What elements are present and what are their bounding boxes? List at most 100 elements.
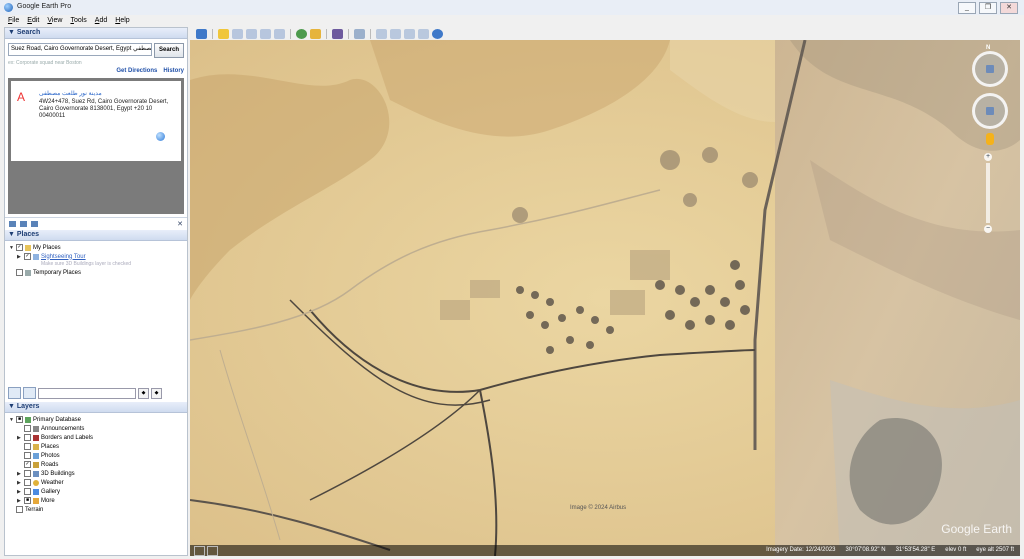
tour-guide-icon[interactable] bbox=[207, 546, 218, 556]
search-section-header[interactable]: ▼ Search bbox=[5, 28, 187, 39]
places-item-temporary-places[interactable]: Temporary Places bbox=[9, 268, 183, 277]
sidebar: ▼ Search Suez Road, Cairo Governorate De… bbox=[4, 27, 188, 556]
photos-icon bbox=[33, 452, 39, 459]
layer-3d-buildings[interactable]: ▶ 3D Buildings bbox=[9, 469, 183, 478]
database-icon bbox=[25, 416, 31, 423]
satellite-imagery[interactable] bbox=[190, 40, 1020, 556]
result-marker-a: A bbox=[17, 90, 26, 104]
search-input[interactable]: Suez Road, Cairo Governorate Desert, Egy… bbox=[8, 43, 152, 56]
layers-tree: ▼ ■ Primary Database Announcements ▶ Border… bbox=[5, 413, 187, 516]
restore-button[interactable]: ❐ bbox=[979, 2, 997, 14]
latitude: 30°07'08.92" N bbox=[845, 547, 886, 553]
tour-record-icon[interactable] bbox=[274, 28, 285, 39]
minimize-button[interactable]: _ bbox=[958, 2, 976, 14]
polygon-icon[interactable] bbox=[232, 28, 243, 39]
folder-icon bbox=[25, 244, 31, 251]
movie-maker-icon[interactable] bbox=[418, 28, 429, 39]
layer-gallery[interactable]: ▶ Gallery bbox=[9, 487, 183, 496]
layers-section-header[interactable]: ▼ Layers bbox=[5, 402, 187, 413]
places-filter-input[interactable] bbox=[38, 387, 136, 399]
search-places-button[interactable] bbox=[8, 387, 21, 399]
overview-map-icon[interactable] bbox=[194, 546, 205, 556]
checkbox[interactable]: ✓ bbox=[16, 244, 23, 251]
layer-primary-database[interactable]: ▼ ■ Primary Database bbox=[9, 415, 183, 424]
layer-terrain[interactable]: Terrain bbox=[9, 505, 183, 514]
layer-places[interactable]: Places bbox=[9, 442, 183, 451]
zoom-out-button[interactable]: − bbox=[984, 225, 992, 233]
move-joystick[interactable] bbox=[972, 93, 1008, 129]
imagery-date: Imagery Date: 12/24/2023 bbox=[766, 547, 836, 553]
places-tree: ▼ ✓ My Places ▶ ✓ Sightseeing Tour Make su… bbox=[5, 241, 187, 279]
panel-toggle-button[interactable] bbox=[23, 387, 36, 399]
menu-add[interactable]: Add bbox=[95, 15, 107, 27]
get-directions-link[interactable]: Get Directions bbox=[116, 68, 157, 74]
map-view[interactable]: Image © 2024 Airbus Google Earth Imagery… bbox=[190, 40, 1020, 556]
earth-view-icon[interactable] bbox=[432, 28, 443, 39]
up-arrow-icon[interactable]: ◆ bbox=[138, 387, 149, 399]
result-address: 4W24+478, Suez Rd, Cairo Governorate Des… bbox=[39, 99, 169, 119]
down-arrow-icon[interactable]: ◆ bbox=[151, 387, 162, 399]
places-item-my-places[interactable]: ▼ ✓ My Places bbox=[9, 243, 183, 252]
search-tools: ✕ bbox=[5, 217, 187, 230]
eye-altitude: eye alt 2507 ft bbox=[976, 547, 1014, 553]
planets-icon[interactable] bbox=[332, 28, 343, 39]
places-section-header[interactable]: ▼ Places bbox=[5, 230, 187, 241]
layer-roads[interactable]: ✓ Roads bbox=[9, 460, 183, 469]
google-earth-watermark: Google Earth bbox=[941, 522, 1012, 536]
elevation: elev 0 ft bbox=[945, 547, 967, 553]
print-icon[interactable] bbox=[31, 221, 38, 227]
imagery-attribution: Image © 2024 Airbus bbox=[570, 505, 627, 511]
sunlight-icon[interactable] bbox=[310, 28, 321, 39]
copy-icon[interactable] bbox=[20, 221, 27, 227]
more-folder-icon bbox=[33, 497, 39, 504]
tour-icon bbox=[33, 253, 39, 260]
path-icon[interactable] bbox=[246, 28, 257, 39]
sun-icon bbox=[33, 479, 39, 486]
history-link[interactable]: History bbox=[163, 68, 184, 74]
places-icon bbox=[33, 443, 39, 450]
result-name[interactable]: مدينة نور طلعت مصطفى bbox=[39, 90, 102, 97]
layer-more[interactable]: ▶ ■ More bbox=[9, 496, 183, 505]
places-item-sightseeing-tour[interactable]: ▶ ✓ Sightseeing Tour bbox=[9, 252, 183, 261]
overlay-icon[interactable] bbox=[260, 28, 271, 39]
flag-icon bbox=[33, 434, 39, 441]
sidebar-toggle-icon[interactable] bbox=[196, 28, 207, 39]
layer-photos[interactable]: Photos bbox=[9, 451, 183, 460]
search-result-card[interactable]: A مدينة نور طلعت مصطفى 4W24+478, Suez Rd… bbox=[11, 81, 181, 161]
announcements-icon bbox=[33, 425, 39, 432]
menu-tools[interactable]: Tools bbox=[70, 15, 86, 27]
menu-help[interactable]: Help bbox=[115, 15, 129, 27]
navigation-controls: N + − bbox=[970, 45, 1010, 235]
longitude: 31°53'54.28" E bbox=[895, 547, 936, 553]
places-nav-row: ◆ ◆ bbox=[5, 387, 193, 399]
zoom-in-button[interactable]: + bbox=[984, 153, 992, 161]
print-icon[interactable] bbox=[390, 28, 401, 39]
buildings-icon bbox=[33, 470, 39, 477]
checkbox[interactable] bbox=[16, 269, 23, 276]
street-view-pegman-icon[interactable] bbox=[986, 133, 994, 145]
menu-bar: File Edit View Tools Add Help bbox=[0, 15, 1024, 27]
menu-view[interactable]: View bbox=[47, 15, 62, 27]
email-icon[interactable] bbox=[376, 28, 387, 39]
search-button[interactable]: Search bbox=[153, 43, 184, 58]
zoom-slider[interactable] bbox=[986, 163, 990, 223]
look-joystick[interactable] bbox=[972, 51, 1008, 87]
window-title: Google Earth Pro bbox=[17, 3, 72, 10]
roads-icon bbox=[33, 461, 39, 468]
gallery-icon bbox=[33, 488, 39, 495]
save-image-icon[interactable] bbox=[404, 28, 415, 39]
checkbox[interactable]: ✓ bbox=[24, 253, 31, 260]
layer-weather[interactable]: ▶ Weather bbox=[9, 478, 183, 487]
menu-edit[interactable]: Edit bbox=[27, 15, 39, 27]
layer-borders-and-labels[interactable]: ▶ Borders and Labels bbox=[9, 433, 183, 442]
layer-announcements[interactable]: Announcements bbox=[9, 424, 183, 433]
clear-results-icon[interactable]: ✕ bbox=[177, 220, 183, 228]
places-note: Make sure 3D Buildings layer is checked bbox=[41, 261, 132, 267]
close-button[interactable]: ✕ bbox=[1000, 2, 1018, 14]
placemark-icon[interactable] bbox=[218, 28, 229, 39]
menu-file[interactable]: File bbox=[8, 15, 19, 27]
folder-icon[interactable] bbox=[9, 221, 16, 227]
ruler-icon[interactable] bbox=[354, 28, 365, 39]
globe-icon[interactable] bbox=[156, 132, 165, 141]
historical-imagery-icon[interactable] bbox=[296, 28, 307, 39]
